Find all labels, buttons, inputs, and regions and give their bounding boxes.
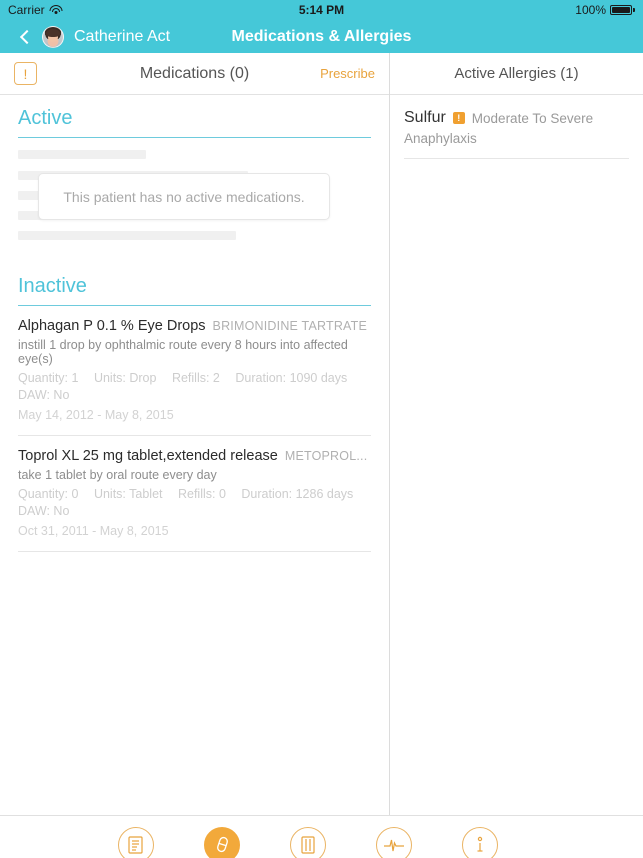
- allergy-title-row: Sulfur ! Moderate To Severe: [404, 109, 629, 127]
- medication-refills: Refills: 2: [171, 371, 220, 385]
- medication-quantity: Quantity: 1: [18, 371, 79, 385]
- allergies-panel: Active Allergies (1) Sulfur ! Moderate T…: [390, 53, 643, 815]
- notes-document-icon[interactable]: [118, 826, 154, 858]
- medication-list-item[interactable]: Toprol XL 25 mg tablet,extended release …: [18, 436, 371, 552]
- medication-generic-name: METOPROL...: [284, 448, 368, 463]
- navigation-bar: Catherine Act Medications & Allergies: [0, 20, 643, 53]
- status-bar: Carrier 5:14 PM 100%: [0, 0, 643, 20]
- medications-panel: ! Medications (0) Prescribe Active This …: [0, 53, 390, 815]
- chevron-left-icon: [19, 29, 35, 44]
- empty-medications-message: This patient has no active medications.: [63, 188, 305, 205]
- lab-test-tubes-icon[interactable]: [290, 826, 326, 858]
- battery-percent-label: 100%: [575, 3, 606, 17]
- medication-meta: Quantity: 1 Units: Drop Refills: 2 Durat…: [18, 370, 371, 404]
- skeleton-bar: [18, 150, 146, 159]
- module-toolbar: [0, 815, 643, 858]
- module-toolbar-icons: [118, 826, 498, 858]
- app-root: Carrier 5:14 PM 100% Catherine Act Medic…: [0, 0, 643, 858]
- inactive-section-heading: Inactive: [18, 263, 371, 306]
- back-button[interactable]: Catherine Act: [19, 25, 171, 48]
- allergy-severity: Moderate To Severe: [471, 110, 594, 126]
- medication-generic-name: BRIMONIDINE TARTRATE: [212, 319, 368, 333]
- medication-title-row: Alphagan P 0.1 % Eye Drops BRIMONIDINE T…: [18, 318, 371, 334]
- medication-units: Units: Drop: [93, 371, 157, 385]
- active-section-heading: Active: [18, 95, 371, 138]
- medication-list-item[interactable]: Alphagan P 0.1 % Eye Drops BRIMONIDINE T…: [18, 306, 371, 436]
- allergy-list-item[interactable]: Sulfur ! Moderate To Severe Anaphylaxis: [404, 109, 629, 159]
- carrier-group: Carrier: [8, 3, 63, 17]
- medication-refills: Refills: 0: [177, 486, 226, 501]
- prescribe-button[interactable]: Prescribe: [320, 66, 375, 81]
- medication-name: Toprol XL 25 mg tablet,extended release: [18, 447, 278, 464]
- medication-date-range: May 14, 2012 - May 8, 2015: [18, 407, 174, 422]
- allergies-title: Active Allergies (1): [454, 65, 579, 82]
- medication-date-range: Oct 31, 2011 - May 8, 2015: [18, 523, 169, 538]
- vitals-ekg-icon[interactable]: [376, 826, 412, 858]
- medication-title-row: Toprol XL 25 mg tablet,extended release …: [18, 448, 371, 464]
- patient-avatar: [42, 25, 64, 48]
- medication-daw: DAW: No: [18, 503, 70, 518]
- info-icon[interactable]: [462, 826, 498, 858]
- medication-meta: Quantity: 0 Units: Tablet Refills: 0 Dur…: [18, 486, 371, 520]
- medication-duration: Duration: 1286 days: [241, 486, 354, 501]
- medication-daw: DAW: No: [18, 387, 70, 402]
- skeleton-bar: [18, 231, 236, 240]
- medication-duration: Duration: 1090 days: [235, 371, 348, 385]
- medication-units: Units: Tablet: [93, 486, 163, 501]
- patient-name-label: Catherine Act: [74, 27, 171, 45]
- medication-name: Alphagan P 0.1 % Eye Drops: [18, 318, 206, 334]
- alert-exclamation-icon[interactable]: !: [14, 62, 37, 85]
- pill-medication-icon[interactable]: [204, 826, 240, 858]
- medications-header: ! Medications (0) Prescribe: [0, 53, 389, 95]
- medication-sig: take 1 tablet by oral route every day: [18, 467, 217, 482]
- allergy-reaction: Anaphylaxis: [404, 131, 477, 146]
- medications-body: Active This patient has no active medica…: [0, 95, 389, 815]
- battery-full-icon: [610, 5, 635, 15]
- status-bar-right: 100%: [575, 3, 635, 17]
- wifi-icon: [49, 5, 63, 15]
- active-medications-region: This patient has no active medications.: [18, 138, 371, 263]
- allergy-name: Sulfur: [404, 109, 446, 126]
- content-area: ! Medications (0) Prescribe Active This …: [0, 53, 643, 815]
- status-bar-time: 5:14 PM: [298, 3, 345, 17]
- medication-sig: instill 1 drop by ophthalmic route every…: [18, 338, 348, 366]
- allergies-header: Active Allergies (1): [390, 53, 643, 95]
- medication-quantity: Quantity: 0: [18, 486, 79, 501]
- severity-warning-icon: !: [452, 112, 465, 124]
- empty-medications-card: This patient has no active medications.: [38, 173, 330, 220]
- allergies-body: Sulfur ! Moderate To Severe Anaphylaxis: [390, 95, 643, 815]
- carrier-label: Carrier: [8, 3, 45, 17]
